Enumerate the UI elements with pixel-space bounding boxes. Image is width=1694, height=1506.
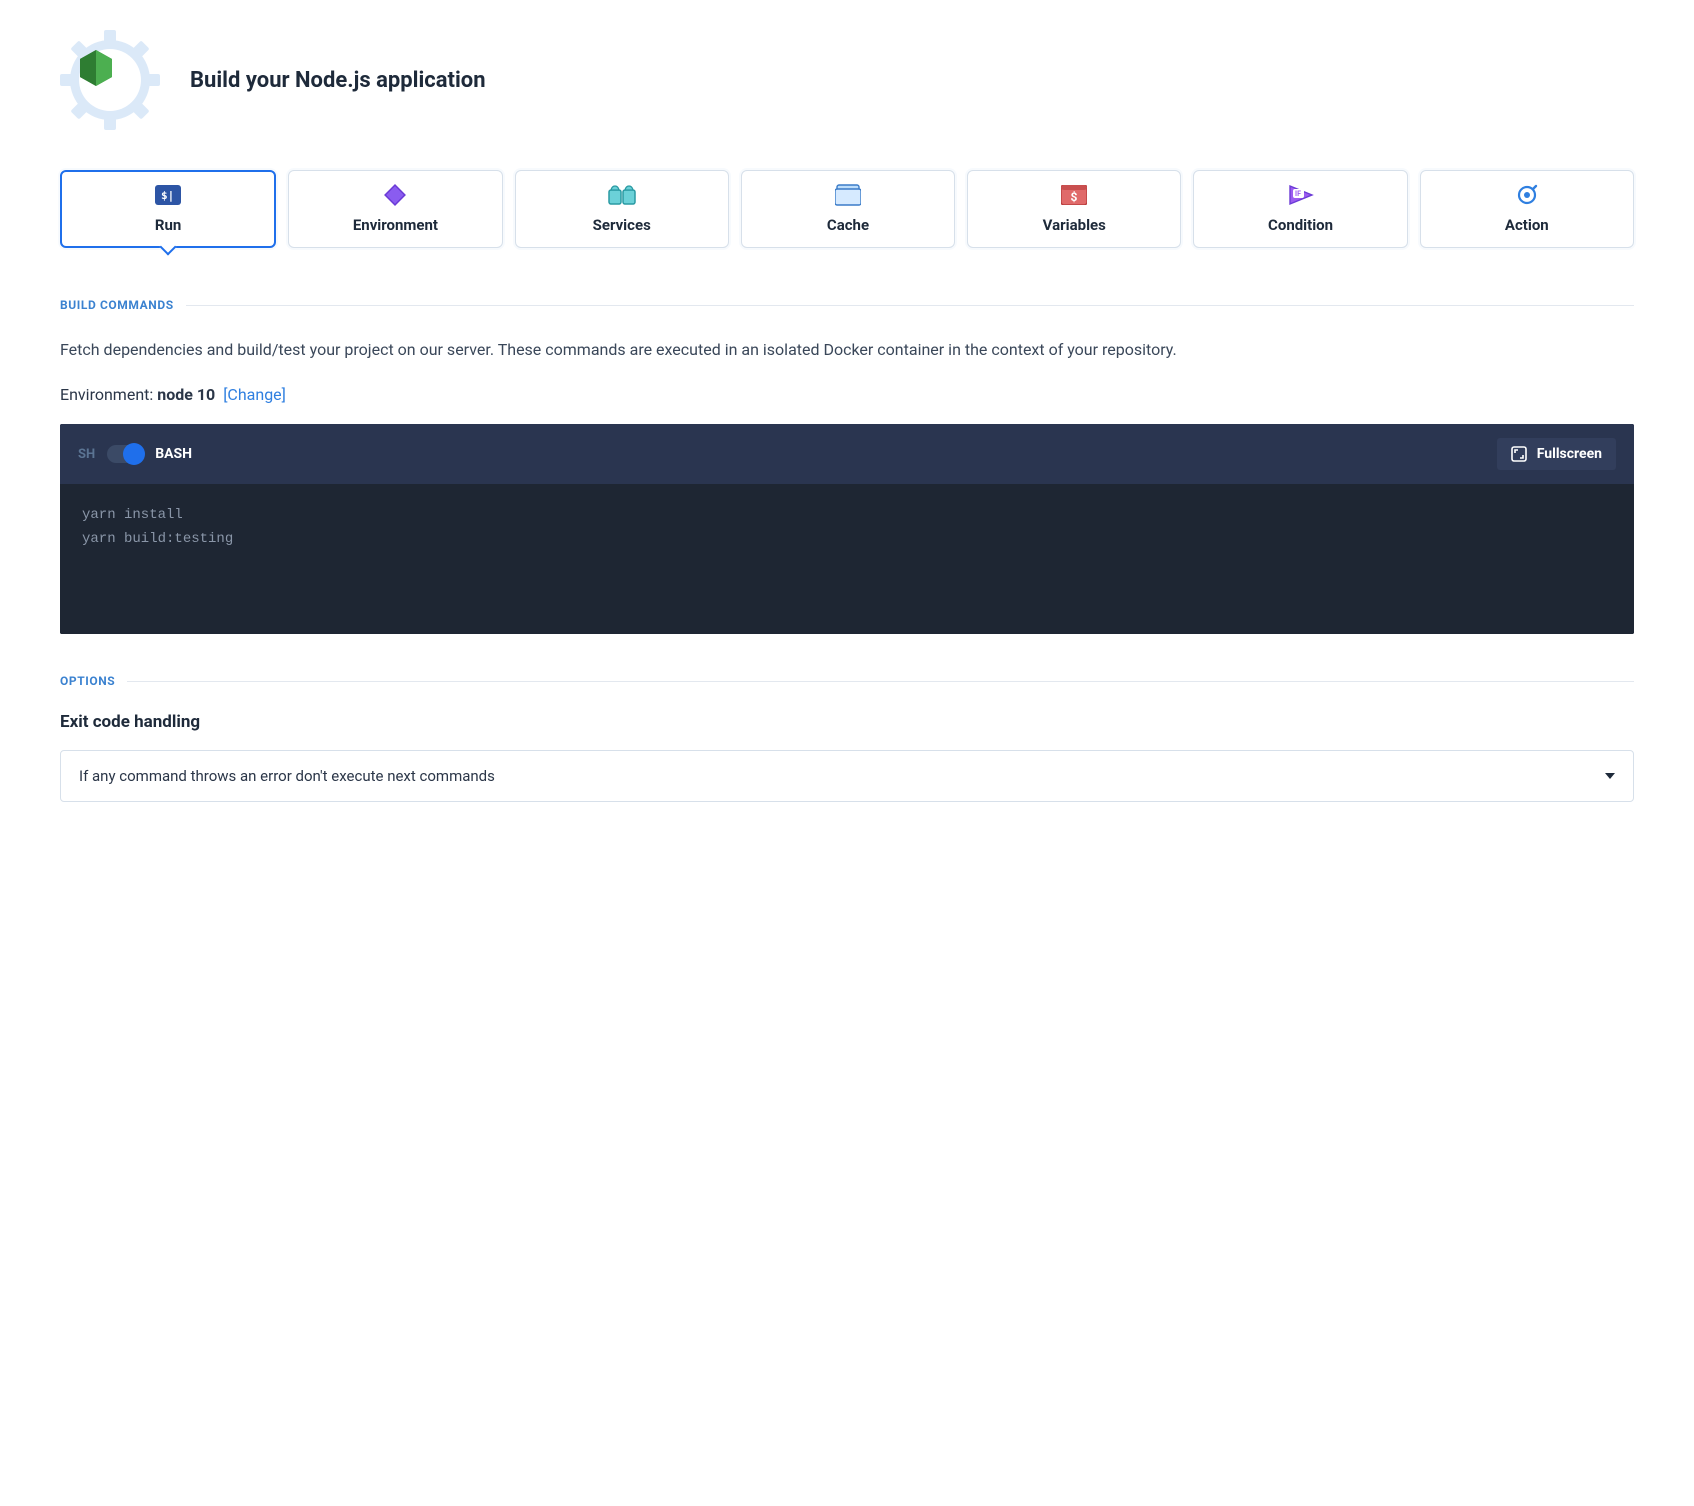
page-header: Build your Node.js application xyxy=(60,30,1634,130)
editor-header: SH BASH Fullscreen xyxy=(60,424,1634,484)
environment-value: node 10 xyxy=(157,385,215,404)
tabs-row: $| Run Environment Services Cache $ Vari… xyxy=(60,170,1634,248)
tab-environment[interactable]: Environment xyxy=(288,170,502,248)
svg-text:$|: $| xyxy=(161,189,174,202)
sh-label: SH xyxy=(78,447,95,462)
exit-code-select[interactable]: If any command throws an error don't exe… xyxy=(60,750,1634,802)
page-title: Build your Node.js application xyxy=(190,68,486,93)
gear-tool-icon xyxy=(1515,184,1539,206)
svg-text:IF: IF xyxy=(1295,190,1301,198)
tab-variables[interactable]: $ Variables xyxy=(967,170,1181,248)
dollar-icon: $ xyxy=(1061,184,1087,206)
diamond-icon xyxy=(383,184,407,206)
folder-icon xyxy=(835,184,861,206)
tab-label: Cache xyxy=(827,216,869,234)
section-label: OPTIONS xyxy=(60,674,115,688)
change-environment-link[interactable]: [Change] xyxy=(223,385,286,404)
section-options: OPTIONS xyxy=(60,674,1634,688)
exit-code-heading: Exit code handling xyxy=(60,712,1634,732)
tab-label: Environment xyxy=(353,216,438,234)
fullscreen-label: Fullscreen xyxy=(1537,446,1602,462)
shell-switch-group: SH BASH xyxy=(78,445,192,463)
environment-row: Environment: node 10 [Change] xyxy=(60,385,1634,404)
tab-cache[interactable]: Cache xyxy=(741,170,955,248)
play-if-icon: IF xyxy=(1288,184,1314,206)
tab-condition[interactable]: IF Condition xyxy=(1193,170,1407,248)
bash-label: BASH xyxy=(155,446,192,462)
chevron-down-icon xyxy=(1605,773,1615,779)
environment-label: Environment: xyxy=(60,385,153,404)
tab-label: Variables xyxy=(1043,216,1106,234)
containers-icon xyxy=(608,184,636,206)
shell-toggle[interactable] xyxy=(107,445,143,463)
build-description: Fetch dependencies and build/test your p… xyxy=(60,336,1634,363)
section-label: BUILD COMMANDS xyxy=(60,298,174,312)
tab-label: Condition xyxy=(1268,216,1333,234)
command-editor: SH BASH Fullscreen yarn install yarn bui… xyxy=(60,424,1634,634)
gear-badge xyxy=(60,30,160,130)
svg-text:$: $ xyxy=(1071,190,1078,204)
fullscreen-icon xyxy=(1511,446,1527,462)
fullscreen-button[interactable]: Fullscreen xyxy=(1497,438,1616,470)
tab-label: Run xyxy=(155,216,181,234)
nodejs-icon xyxy=(79,49,113,87)
select-value: If any command throws an error don't exe… xyxy=(79,767,495,785)
divider xyxy=(127,681,1634,682)
tab-label: Services xyxy=(593,216,651,234)
command-textarea[interactable]: yarn install yarn build:testing xyxy=(60,484,1634,634)
section-build-commands: BUILD COMMANDS xyxy=(60,298,1634,312)
tab-services[interactable]: Services xyxy=(515,170,729,248)
divider xyxy=(186,305,1634,306)
terminal-icon: $| xyxy=(155,184,181,206)
tab-action[interactable]: Action xyxy=(1420,170,1634,248)
tab-run[interactable]: $| Run xyxy=(60,170,276,248)
tab-label: Action xyxy=(1505,216,1549,234)
